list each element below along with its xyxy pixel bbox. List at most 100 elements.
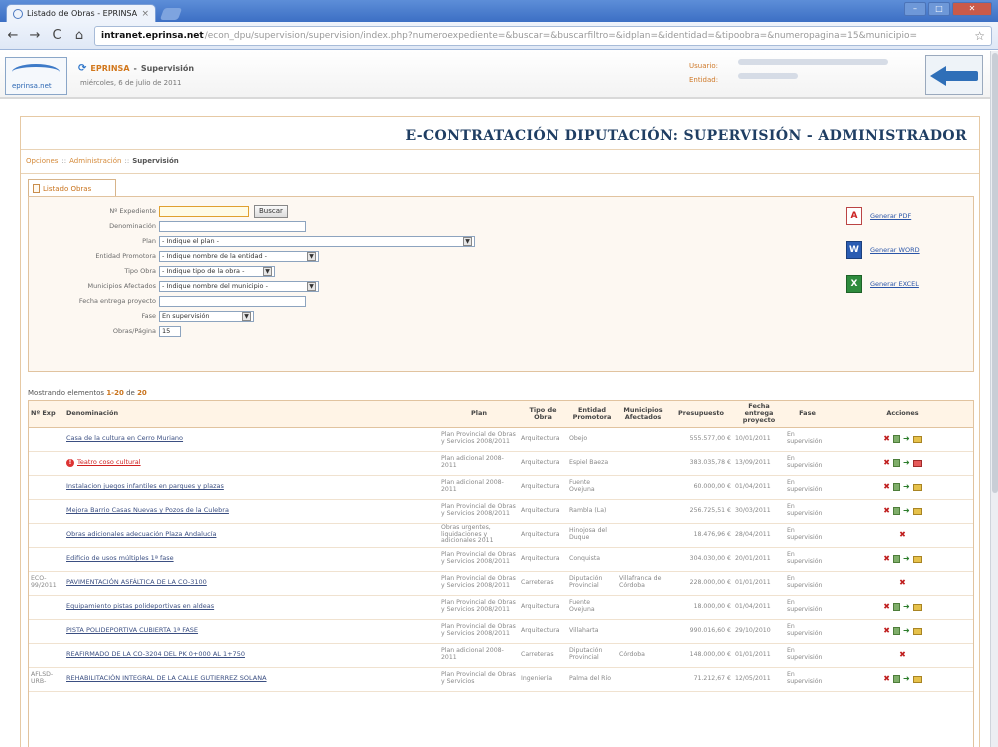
- document-icon[interactable]: [893, 483, 900, 491]
- arrow-right-icon[interactable]: ➜: [903, 554, 910, 563]
- obra-link[interactable]: Teatro coso cultural: [77, 458, 141, 466]
- cell-tipo: Arquitectura: [519, 451, 567, 476]
- folder-icon[interactable]: [912, 675, 922, 683]
- obra-link[interactable]: Instalacion juegos infantiles en parques…: [66, 482, 224, 490]
- denominacion-input[interactable]: [159, 220, 306, 232]
- obra-link[interactable]: Obras adicionales adecuación Plaza Andal…: [66, 530, 216, 538]
- maximize-button[interactable]: □: [928, 2, 950, 16]
- new-tab-button[interactable]: [159, 8, 183, 20]
- arrow-right-icon[interactable]: ➜: [903, 674, 910, 683]
- col-exp[interactable]: Nº Exp: [29, 401, 64, 428]
- obra-link[interactable]: PISTA POLIDEPORTIVA CUBIERTA 1ª FASE: [66, 626, 198, 634]
- generate-pdf-link[interactable]: Generar PDF: [870, 212, 911, 220]
- arrow-right-icon[interactable]: ➜: [903, 458, 910, 467]
- col-denominacion[interactable]: Denominación: [64, 401, 439, 428]
- tab-close-icon[interactable]: ×: [141, 9, 149, 19]
- tipo-select[interactable]: - Indique tipo de la obra - ▼: [159, 265, 275, 277]
- obra-link[interactable]: PAVIMENTACIÓN ASFÁLTICA DE LA CO-3100: [66, 578, 207, 586]
- arrow-right-icon[interactable]: ➜: [903, 626, 910, 635]
- document-icon[interactable]: [893, 675, 900, 683]
- arrow-right-icon[interactable]: ➜: [903, 482, 910, 491]
- col-plan[interactable]: Plan: [439, 401, 519, 428]
- row-tipo: Tipo Obra - Indique tipo de la obra - ▼: [29, 265, 275, 277]
- scrollbar-thumb[interactable]: [992, 53, 998, 493]
- search-button[interactable]: Buscar: [254, 204, 288, 218]
- folder-icon[interactable]: [912, 507, 922, 515]
- table-row: Equipamiento pistas polideportivas en al…: [29, 595, 973, 620]
- delete-icon[interactable]: ✖: [883, 506, 890, 515]
- entidad-select[interactable]: - Indique nombre de la entidad - ▼: [159, 250, 319, 262]
- folder-icon[interactable]: [912, 435, 922, 443]
- tab-listado-obras[interactable]: Listado Obras: [28, 179, 116, 197]
- export-excel[interactable]: X Generar EXCEL: [846, 275, 919, 293]
- entidad-select-value: - Indique nombre de la entidad -: [162, 252, 268, 260]
- expediente-input[interactable]: [159, 205, 249, 217]
- col-presupuesto[interactable]: Presupuesto: [669, 401, 733, 428]
- delete-icon[interactable]: ✖: [883, 458, 890, 467]
- plan-select[interactable]: - Indique el plan - ▼: [159, 235, 475, 247]
- obra-link[interactable]: Mejora Barrio Casas Nuevas y Pozos de la…: [66, 506, 229, 514]
- browser-tab[interactable]: Listado de Obras - EPRINSA ×: [6, 4, 156, 22]
- col-entidad[interactable]: Entidad Promotora: [567, 401, 617, 428]
- document-icon[interactable]: [893, 555, 900, 563]
- arrow-right-icon[interactable]: ➜: [903, 602, 910, 611]
- address-bar[interactable]: intranet.eprinsa.net /econ_dpu/supervisi…: [94, 25, 992, 46]
- col-municipios[interactable]: Municipios Afectados: [617, 401, 669, 428]
- cell-fecha: 13/09/2011: [733, 451, 785, 476]
- col-fecha[interactable]: Fecha entrega proyecto: [733, 401, 785, 428]
- breadcrumb-opciones[interactable]: Opciones: [26, 157, 58, 165]
- breadcrumb-administracion[interactable]: Administración: [69, 157, 121, 165]
- municipio-select[interactable]: - Indique nombre del municipio - ▼: [159, 280, 319, 292]
- delete-icon[interactable]: ✖: [883, 554, 890, 563]
- forward-icon[interactable]: →: [28, 28, 42, 43]
- breadcrumb: Opciones:: Administración:: Supervisión: [26, 157, 179, 165]
- generate-word-link[interactable]: Generar WORD: [870, 246, 920, 254]
- delete-icon[interactable]: ✖: [883, 674, 890, 683]
- minimize-button[interactable]: –: [904, 2, 926, 16]
- delete-icon[interactable]: ✖: [899, 530, 906, 539]
- document-icon[interactable]: [893, 507, 900, 515]
- eprinsa-logo[interactable]: eprinsa.net: [5, 57, 67, 95]
- delete-icon[interactable]: ✖: [883, 626, 890, 635]
- folder-icon[interactable]: [912, 627, 922, 635]
- obra-link[interactable]: Edificio de usos múltiples 1ª fase: [66, 554, 174, 562]
- fase-select[interactable]: En supervisión ▼: [159, 310, 254, 322]
- folder-alert-icon[interactable]: [912, 459, 922, 467]
- delete-icon[interactable]: ✖: [883, 602, 890, 611]
- delete-icon[interactable]: ✖: [883, 434, 890, 443]
- exit-button[interactable]: [925, 55, 983, 95]
- cell-denominacion: Mejora Barrio Casas Nuevas y Pozos de la…: [64, 499, 439, 524]
- export-word[interactable]: W Generar WORD: [846, 241, 920, 259]
- delete-icon[interactable]: ✖: [883, 482, 890, 491]
- home-icon[interactable]: ⌂: [72, 28, 86, 43]
- obra-link[interactable]: REAFIRMADO DE LA CO-3204 DEL PK 0+000 AL…: [66, 650, 245, 658]
- generate-excel-link[interactable]: Generar EXCEL: [870, 280, 919, 288]
- export-pdf[interactable]: A Generar PDF: [846, 207, 911, 225]
- col-tipo[interactable]: Tipo de Obra: [519, 401, 567, 428]
- showing-range: 1-20: [106, 389, 124, 397]
- back-icon[interactable]: ←: [6, 28, 20, 43]
- document-icon[interactable]: [893, 459, 900, 467]
- obra-link[interactable]: Equipamiento pistas polideportivas en al…: [66, 602, 214, 610]
- fecha-input[interactable]: [159, 295, 306, 307]
- close-window-button[interactable]: ✕: [952, 2, 992, 16]
- row-actions: ✖: [832, 650, 973, 659]
- obra-link[interactable]: Casa de la cultura en Cerro Muriano: [66, 434, 183, 442]
- delete-icon[interactable]: ✖: [899, 578, 906, 587]
- document-icon[interactable]: [893, 627, 900, 635]
- bookmark-star-icon[interactable]: ☆: [974, 29, 985, 43]
- folder-icon[interactable]: [912, 555, 922, 563]
- obras-pagina-input[interactable]: 15: [159, 325, 181, 337]
- delete-icon[interactable]: ✖: [899, 650, 906, 659]
- arrow-right-icon[interactable]: ➜: [903, 506, 910, 515]
- arrow-right-icon[interactable]: ➜: [903, 434, 910, 443]
- document-icon[interactable]: [893, 435, 900, 443]
- reload-icon[interactable]: C: [50, 28, 64, 43]
- folder-icon[interactable]: [912, 603, 922, 611]
- folder-icon[interactable]: [912, 483, 922, 491]
- obra-link[interactable]: REHABILITACIÓN INTEGRAL DE LA CALLE GUTI…: [66, 674, 267, 682]
- page-scrollbar[interactable]: [990, 51, 998, 747]
- table-row: Obras adicionales adecuación Plaza Andal…: [29, 523, 973, 548]
- document-icon[interactable]: [893, 603, 900, 611]
- col-fase[interactable]: Fase: [785, 401, 830, 428]
